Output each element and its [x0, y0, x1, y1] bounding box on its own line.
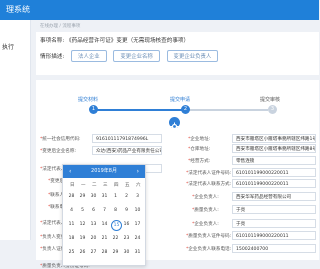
- calendar-day[interactable]: 29: [111, 248, 120, 257]
- calendar-day[interactable]: 3: [133, 192, 142, 201]
- matter-panel: 事项名称: 《药品经营许可证》变更（无需现场核查的事项） 情形描述: 法人企业 …: [36, 32, 319, 75]
- calendar-day[interactable]: 29: [78, 192, 87, 201]
- situation-label: 情形描述:: [40, 54, 65, 60]
- company-name-input[interactable]: 众达(西安)药品产业有限责任公司: [92, 146, 162, 155]
- field-label: *企业负责人:: [192, 195, 219, 200]
- calendar-day[interactable]: 22: [111, 234, 120, 243]
- date-picker-header: ‹ 2019年8月 ›: [63, 165, 145, 178]
- calendar-day[interactable]: 9: [122, 206, 131, 215]
- situation-tag[interactable]: 变更企业名称: [113, 50, 160, 62]
- step-label: 提交申请: [170, 97, 191, 103]
- field-label: *统一社会信用代码:: [40, 137, 81, 142]
- step-line: [94, 109, 182, 111]
- field-label: *质量负责人证件号码:: [186, 234, 232, 239]
- weekday-label: 三: [103, 183, 108, 188]
- situation-row: 情形描述: 法人企业 变更企业名称 变更企业负责人: [40, 50, 219, 62]
- field-label: *变更后企业名称:: [40, 149, 77, 154]
- weekday-label: 五: [125, 183, 130, 188]
- weekday-label: 二: [92, 183, 97, 188]
- calendar-day[interactable]: 28: [100, 248, 109, 257]
- calendar-day[interactable]: 28: [67, 192, 76, 201]
- step-dot: 3: [268, 105, 277, 114]
- warehouse-address-input[interactable]: 西安市雁塔区小雁塔事務所辖区纬路8号: [232, 144, 316, 153]
- company-phone-input[interactable]: 15002400700: [232, 244, 316, 253]
- step-dot: 1: [89, 105, 98, 114]
- matter-row: 事项名称: 《药品经营许可证》变更（无需现场核查的事项）: [40, 36, 189, 44]
- calendar-day[interactable]: 21: [100, 234, 109, 243]
- legal-contact-input[interactable]: 610101199000220011: [232, 179, 316, 188]
- calendar-day[interactable]: 26: [78, 248, 87, 257]
- legal-id-input[interactable]: 610101199000220011: [232, 168, 316, 177]
- calendar-day[interactable]: 1: [111, 192, 120, 201]
- field-label: *企业负责人:: [192, 222, 219, 227]
- calendar-day[interactable]: 14: [100, 220, 109, 229]
- breadcrumb: 在线办理 / 流程事项: [40, 24, 81, 29]
- calendar-day[interactable]: 7: [100, 206, 109, 215]
- prev-month-icon[interactable]: ‹: [69, 165, 71, 178]
- field-label: *经营方式:: [188, 159, 211, 164]
- calendar-day[interactable]: 16: [122, 220, 131, 229]
- company-address-input[interactable]: 西安市雁塔区小雁塔事務所辖区纬路1号: [232, 134, 316, 143]
- calendar-day[interactable]: 25: [67, 248, 76, 257]
- calendar-day[interactable]: 17: [133, 220, 142, 229]
- sidebar-item-exec[interactable]: 执行: [2, 42, 14, 51]
- calendar-day[interactable]: 12: [78, 220, 87, 229]
- date-picker-title: 2019年8月: [91, 168, 117, 174]
- weekday-label: 一: [81, 183, 86, 188]
- calendar-day[interactable]: 15: [111, 220, 122, 231]
- sidebar: 执行: [0, 20, 31, 240]
- situation-tag[interactable]: 法人企业: [71, 50, 107, 62]
- weekday-label: 四: [114, 183, 119, 188]
- field-label: *企业负责人联系电话:: [186, 247, 232, 252]
- field-label: *法定代表人证件号码:: [186, 171, 232, 176]
- company-head-input[interactable]: 西安华军药品经营有限公司: [232, 192, 316, 201]
- calendar-day[interactable]: 23: [122, 234, 131, 243]
- form-panel: 提交材料 提交申请 提交审核 1 2 3 *统一社会信用代码: 91610111…: [36, 80, 319, 269]
- calendar-day[interactable]: 4: [67, 206, 76, 215]
- calendar-day[interactable]: 31: [100, 192, 109, 201]
- situation-tag[interactable]: 变更企业负责人: [166, 50, 219, 62]
- date-picker[interactable]: ‹ 2019年8月 › 日 一 二 三 四 五 六 28 29 30 31 1 2 3 4 5 6…: [62, 164, 146, 266]
- calendar-day[interactable]: 10: [133, 206, 142, 215]
- field-label: *质量负责人:: [192, 208, 219, 213]
- matter-value: 《药品经营许可证》变更（无需现场核查的事项）: [66, 38, 190, 44]
- step-label: 提交材料: [78, 97, 99, 103]
- calendar-day[interactable]: 27: [89, 248, 98, 257]
- calendar-day[interactable]: 30: [89, 192, 98, 201]
- field-label: *企业地址:: [188, 137, 211, 142]
- field-label: *仓库地址:: [188, 147, 211, 152]
- weekday-label: 六: [136, 183, 141, 188]
- company-head-name-input[interactable]: 于亮: [232, 219, 316, 228]
- calendar-day[interactable]: 31: [133, 248, 142, 257]
- calendar-day[interactable]: 2: [122, 192, 131, 201]
- calendar-day[interactable]: 11: [67, 220, 76, 229]
- calendar-day[interactable]: 13: [89, 220, 98, 229]
- calendar-day[interactable]: 24: [133, 234, 142, 243]
- step-label: 提交审核: [260, 97, 281, 103]
- top-bar: 理系统: [0, 0, 319, 20]
- business-mode-input[interactable]: 零售连锁: [232, 156, 316, 165]
- calendar-day[interactable]: 8: [111, 206, 120, 215]
- calendar-day[interactable]: 18: [67, 234, 76, 243]
- next-month-icon[interactable]: ›: [137, 165, 139, 178]
- quality-head-input[interactable]: 于亮: [232, 205, 316, 214]
- step-dot: 2: [181, 105, 190, 114]
- main-area: 在线办理 / 流程事项 事项名称: 《药品经营许可证》变更（无需现场核查的事项）…: [34, 20, 319, 269]
- calendar-day[interactable]: 20: [89, 234, 98, 243]
- calendar-day[interactable]: 19: [78, 234, 87, 243]
- calendar-day[interactable]: 30: [122, 248, 131, 257]
- app-title: 理系统: [6, 5, 30, 14]
- field-label: *法定代表人联系方式:: [186, 182, 232, 187]
- quality-id-input[interactable]: 610101199000220011: [232, 231, 316, 240]
- weekday-label: 日: [70, 183, 75, 188]
- settings-icon[interactable]: [169, 117, 180, 131]
- calendar-day[interactable]: 6: [89, 206, 98, 215]
- step-line: [188, 109, 268, 111]
- matter-label: 事项名称:: [40, 38, 65, 44]
- credit-code-input[interactable]: 91610111791874996L: [92, 134, 162, 143]
- calendar-day[interactable]: 5: [78, 206, 87, 215]
